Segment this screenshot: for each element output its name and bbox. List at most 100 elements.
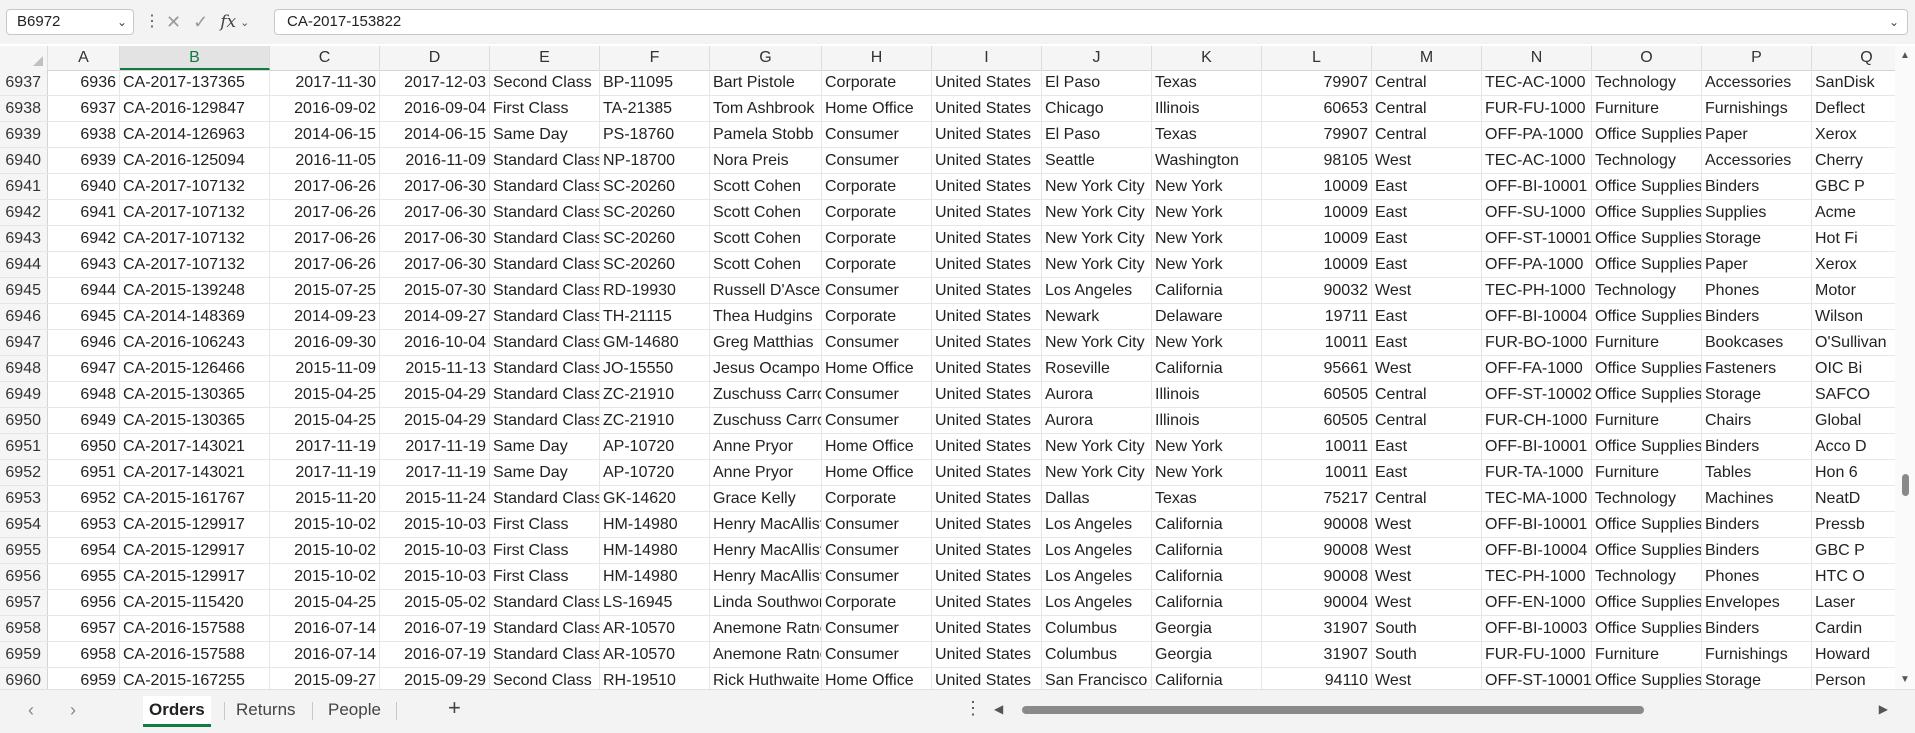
sheet-tab-returns[interactable]: Returns — [230, 696, 302, 724]
cell-a[interactable]: 6939 — [48, 148, 120, 173]
cell-f[interactable]: SC-20260 — [600, 200, 710, 225]
cell-c[interactable]: 2015-11-09 — [270, 356, 380, 381]
cell-n[interactable]: FUR-BO-1000 — [1482, 330, 1592, 355]
cell-e[interactable]: Second Class — [490, 668, 600, 689]
cell-h[interactable]: Home Office — [822, 96, 932, 121]
cell-p[interactable]: Accessories — [1702, 70, 1812, 95]
cell-p[interactable]: Envelopes — [1702, 590, 1812, 615]
cell-b[interactable]: CA-2015-129917 — [120, 538, 270, 563]
cell-g[interactable]: Anne Pryor — [710, 434, 822, 459]
cell-e[interactable]: Same Day — [490, 434, 600, 459]
cell-k[interactable]: California — [1152, 512, 1262, 537]
cell-l[interactable]: 98105 — [1262, 148, 1372, 173]
cell-b[interactable]: CA-2015-167255 — [120, 668, 270, 689]
cell-p[interactable]: Furnishings — [1702, 642, 1812, 667]
cell-j[interactable]: Los Angeles — [1042, 564, 1152, 589]
column-header-d[interactable]: D — [380, 46, 490, 70]
cell-d[interactable]: 2014-06-15 — [380, 122, 490, 147]
cell-m[interactable]: East — [1372, 252, 1482, 277]
cell-c[interactable]: 2017-11-19 — [270, 434, 380, 459]
cell-m[interactable]: East — [1372, 434, 1482, 459]
cell-g[interactable]: Grace Kelly — [710, 486, 822, 511]
cell-e[interactable]: Standard Class — [490, 408, 600, 433]
cell-h[interactable]: Home Office — [822, 460, 932, 485]
row-header[interactable]: 6953 — [0, 486, 48, 511]
cell-a[interactable]: 6945 — [48, 304, 120, 329]
column-header-c[interactable]: C — [270, 46, 380, 70]
cell-m[interactable]: West — [1372, 538, 1482, 563]
cell-k[interactable]: New York — [1152, 226, 1262, 251]
cell-d[interactable]: 2017-06-30 — [380, 200, 490, 225]
cell-h[interactable]: Consumer — [822, 330, 932, 355]
cell-m[interactable]: West — [1372, 356, 1482, 381]
row-header[interactable]: 6948 — [0, 356, 48, 381]
cell-j[interactable]: New York City — [1042, 252, 1152, 277]
cell-m[interactable]: Central — [1372, 70, 1482, 95]
cell-f[interactable]: RD-19930 — [600, 278, 710, 303]
cell-l[interactable]: 10009 — [1262, 252, 1372, 277]
cell-p[interactable]: Storage — [1702, 226, 1812, 251]
cell-c[interactable]: 2016-07-14 — [270, 616, 380, 641]
cell-a[interactable]: 6953 — [48, 512, 120, 537]
cell-q[interactable]: Hot Fi — [1812, 226, 1895, 251]
cell-m[interactable]: Central — [1372, 408, 1482, 433]
cell-k[interactable]: Georgia — [1152, 642, 1262, 667]
cell-c[interactable]: 2015-04-25 — [270, 382, 380, 407]
cell-d[interactable]: 2016-09-04 — [380, 96, 490, 121]
cell-i[interactable]: United States — [932, 408, 1042, 433]
cell-p[interactable]: Phones — [1702, 278, 1812, 303]
cell-b[interactable]: CA-2015-126466 — [120, 356, 270, 381]
cell-p[interactable]: Storage — [1702, 668, 1812, 689]
cell-j[interactable]: El Paso — [1042, 122, 1152, 147]
cell-k[interactable]: California — [1152, 538, 1262, 563]
cell-o[interactable]: Technology — [1592, 278, 1702, 303]
cell-n[interactable]: OFF-BI-10003 — [1482, 616, 1592, 641]
cell-g[interactable]: Jesus Ocampo — [710, 356, 822, 381]
cell-f[interactable]: ZC-21910 — [600, 408, 710, 433]
cell-m[interactable]: Central — [1372, 96, 1482, 121]
cell-c[interactable]: 2015-10-02 — [270, 538, 380, 563]
column-header-e[interactable]: E — [490, 46, 600, 70]
cell-q[interactable]: Xerox — [1812, 252, 1895, 277]
cell-f[interactable]: HM-14980 — [600, 538, 710, 563]
cell-e[interactable]: First Class — [490, 564, 600, 589]
cell-j[interactable]: New York City — [1042, 200, 1152, 225]
cell-m[interactable]: East — [1372, 174, 1482, 199]
cell-c[interactable]: 2015-07-25 — [270, 278, 380, 303]
formula-input[interactable]: CA-2017-153822 ⌄ — [274, 9, 1908, 35]
cell-n[interactable]: TEC-PH-1000 — [1482, 564, 1592, 589]
cell-b[interactable]: CA-2016-125094 — [120, 148, 270, 173]
scroll-down-icon[interactable]: ▼ — [1900, 674, 1910, 685]
cell-n[interactable]: TEC-AC-1000 — [1482, 148, 1592, 173]
cell-p[interactable]: Accessories — [1702, 148, 1812, 173]
cell-j[interactable]: Roseville — [1042, 356, 1152, 381]
cell-d[interactable]: 2015-11-13 — [380, 356, 490, 381]
cell-l[interactable]: 90008 — [1262, 564, 1372, 589]
cell-e[interactable]: Standard Class — [490, 356, 600, 381]
cell-b[interactable]: CA-2017-107132 — [120, 226, 270, 251]
cell-n[interactable]: OFF-ST-10001 — [1482, 226, 1592, 251]
cell-n[interactable]: FUR-TA-1000 — [1482, 460, 1592, 485]
cell-h[interactable]: Home Office — [822, 668, 932, 689]
cell-d[interactable]: 2017-12-03 — [380, 70, 490, 95]
cell-j[interactable]: New York City — [1042, 174, 1152, 199]
cell-q[interactable]: NeatD — [1812, 486, 1895, 511]
cell-g[interactable]: Pamela Stobb — [710, 122, 822, 147]
cell-j[interactable]: Dallas — [1042, 486, 1152, 511]
cell-m[interactable]: East — [1372, 226, 1482, 251]
cell-k[interactable]: Georgia — [1152, 616, 1262, 641]
cell-h[interactable]: Corporate — [822, 304, 932, 329]
cell-i[interactable]: United States — [932, 564, 1042, 589]
cell-h[interactable]: Consumer — [822, 148, 932, 173]
row-header[interactable]: 6947 — [0, 330, 48, 355]
chevron-down-icon[interactable]: ⌄ — [117, 10, 127, 34]
cell-h[interactable]: Home Office — [822, 356, 932, 381]
cell-f[interactable]: RH-19510 — [600, 668, 710, 689]
cell-b[interactable]: CA-2017-107132 — [120, 252, 270, 277]
cell-e[interactable]: Standard Class — [490, 278, 600, 303]
cell-g[interactable]: Anemone Ratner — [710, 616, 822, 641]
row-header[interactable]: 6946 — [0, 304, 48, 329]
cell-f[interactable]: GM-14680 — [600, 330, 710, 355]
cell-h[interactable]: Consumer — [822, 538, 932, 563]
cell-f[interactable]: NP-18700 — [600, 148, 710, 173]
